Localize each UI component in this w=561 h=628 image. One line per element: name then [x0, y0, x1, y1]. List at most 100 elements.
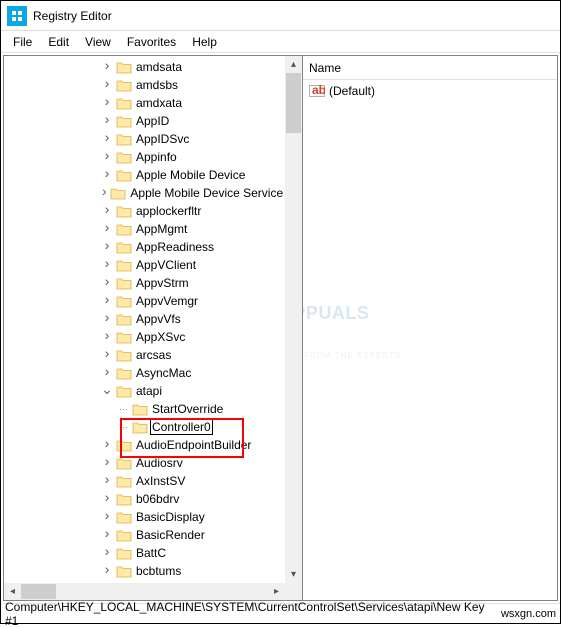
folder-icon: [116, 348, 132, 362]
node-label: AppXSvc: [134, 329, 187, 345]
folder-icon: [116, 294, 132, 308]
vertical-scroll-thumb[interactable]: [286, 73, 301, 133]
expand-toggle-icon[interactable]: ›: [100, 132, 114, 146]
expand-toggle-icon[interactable]: ›: [100, 150, 114, 164]
menu-bar: File Edit View Favorites Help: [1, 31, 560, 53]
tree-node[interactable]: › amdsbs: [4, 76, 285, 94]
folder-icon: [116, 132, 132, 146]
expand-toggle-icon[interactable]: ›: [100, 204, 114, 218]
node-label-editing[interactable]: Controller0: [150, 419, 213, 435]
tree-node[interactable]: ›b06bdrv: [4, 490, 285, 508]
expand-toggle-icon[interactable]: ›: [100, 330, 114, 344]
folder-icon: [116, 492, 132, 506]
node-label: AppvVfs: [134, 311, 183, 327]
tree-node[interactable]: ⋯StartOverride: [4, 400, 285, 418]
tree-node[interactable]: ›AppMgmt: [4, 220, 285, 238]
tree-node[interactable]: ›Appinfo: [4, 148, 285, 166]
folder-icon: [116, 456, 132, 470]
expand-toggle-icon[interactable]: ›: [100, 564, 114, 578]
node-label: amdsata: [134, 59, 184, 75]
expand-toggle-icon[interactable]: ›: [100, 510, 114, 524]
expand-toggle-icon[interactable]: ›: [100, 438, 114, 452]
scroll-left-button[interactable]: ◂: [4, 583, 21, 600]
scroll-down-button[interactable]: ▾: [285, 566, 302, 583]
menu-file[interactable]: File: [5, 33, 40, 51]
expand-toggle-icon[interactable]: ›: [100, 366, 114, 380]
horizontal-scroll-thumb[interactable]: [21, 584, 56, 599]
expand-toggle-icon[interactable]: ›: [100, 186, 108, 200]
expand-toggle-icon[interactable]: ›: [100, 276, 114, 290]
tree-node[interactable]: ›AsyncMac: [4, 364, 285, 382]
tree-node[interactable]: ›AppVClient: [4, 256, 285, 274]
list-row[interactable]: ab (Default): [309, 82, 551, 100]
menu-edit[interactable]: Edit: [40, 33, 77, 51]
expand-toggle-icon[interactable]: ›: [100, 492, 114, 506]
tree-node[interactable]: ›AppID: [4, 112, 285, 130]
tree-node[interactable]: ›bcbtums: [4, 562, 285, 580]
expand-toggle-icon[interactable]: ›: [100, 222, 114, 236]
tree-node[interactable]: ›BasicDisplay: [4, 508, 285, 526]
tree-node[interactable]: ›BasicRender: [4, 526, 285, 544]
value-name: (Default): [329, 84, 375, 98]
tree-content[interactable]: ›amdsata›amdsbs›amdxata›AppID›AppIDSvc›A…: [4, 56, 285, 582]
node-label: AudioEndpointBuilder: [134, 437, 253, 453]
expand-toggle-icon[interactable]: ›: [100, 456, 114, 470]
tree-node[interactable]: ›applockerfltr: [4, 202, 285, 220]
expand-toggle-icon[interactable]: ›: [100, 78, 114, 92]
tree-node[interactable]: › AxInstSV: [4, 472, 285, 490]
folder-icon: [116, 546, 132, 560]
expand-toggle-icon[interactable]: ›: [100, 312, 114, 326]
expand-toggle-icon[interactable]: ›: [100, 546, 114, 560]
tree-node[interactable]: ⋯ Controller0: [4, 418, 285, 436]
list-panel: Name ab (Default): [303, 56, 557, 600]
tree-node[interactable]: ›AppReadiness: [4, 238, 285, 256]
folder-icon: [110, 186, 126, 200]
expand-toggle-icon[interactable]: ›: [100, 294, 114, 308]
tree-node[interactable]: › AppXSvc: [4, 328, 285, 346]
tree-node[interactable]: ›amdxata: [4, 94, 285, 112]
expand-toggle-icon[interactable]: ›: [100, 528, 114, 542]
tree-node[interactable]: ›Audiosrv: [4, 454, 285, 472]
expand-toggle-icon[interactable]: ›: [100, 348, 114, 362]
svg-text:ab: ab: [312, 83, 325, 97]
menu-view[interactable]: View: [77, 33, 119, 51]
expand-toggle-icon[interactable]: ›: [100, 474, 114, 488]
folder-icon: [116, 60, 132, 74]
node-label: AxInstSV: [134, 473, 187, 489]
expand-toggle-icon[interactable]: ›: [100, 168, 114, 182]
scroll-up-button[interactable]: ▴: [285, 56, 302, 73]
folder-icon: [116, 168, 132, 182]
tree-node[interactable]: ⌄atapi: [4, 382, 285, 400]
expand-toggle-icon[interactable]: ›: [100, 240, 114, 254]
expand-toggle-icon[interactable]: ⌄: [100, 384, 114, 398]
expand-toggle-icon[interactable]: ›: [100, 114, 114, 128]
tree-node[interactable]: ›BattC: [4, 544, 285, 562]
tree-node[interactable]: › AppvVfs: [4, 310, 285, 328]
tree-node[interactable]: ›AppvVemgr: [4, 292, 285, 310]
tree-node[interactable]: › AppIDSvc: [4, 130, 285, 148]
tree-connector: ⋯: [116, 404, 130, 415]
tree-connector: ⋯: [116, 422, 130, 433]
column-name[interactable]: Name: [309, 61, 341, 75]
menu-help[interactable]: Help: [184, 33, 225, 51]
folder-icon: [116, 330, 132, 344]
list-header[interactable]: Name: [303, 56, 557, 80]
scroll-right-button[interactable]: ▸: [268, 583, 285, 600]
expand-toggle-icon[interactable]: ›: [100, 258, 114, 272]
tree-node[interactable]: ›Apple Mobile Device Service: [4, 184, 285, 202]
tree-node[interactable]: ›Apple Mobile Device: [4, 166, 285, 184]
node-label: amdsbs: [134, 77, 180, 93]
horizontal-scrollbar[interactable]: ◂ ▸: [4, 583, 285, 600]
folder-icon: [116, 438, 132, 452]
expand-toggle-icon[interactable]: ›: [100, 96, 114, 110]
expand-toggle-icon[interactable]: ›: [100, 60, 114, 74]
tree-node[interactable]: › AudioEndpointBuilder: [4, 436, 285, 454]
status-bar: Computer\HKEY_LOCAL_MACHINE\SYSTEM\Curre…: [1, 603, 560, 623]
tree-node[interactable]: › amdsata: [4, 58, 285, 76]
node-label: AppIDSvc: [134, 131, 191, 147]
tree-node[interactable]: ›AppvStrm: [4, 274, 285, 292]
tree-node[interactable]: ›arcsas: [4, 346, 285, 364]
folder-icon: [132, 402, 148, 416]
vertical-scrollbar[interactable]: ▴ ▾: [285, 56, 302, 583]
menu-favorites[interactable]: Favorites: [119, 33, 184, 51]
